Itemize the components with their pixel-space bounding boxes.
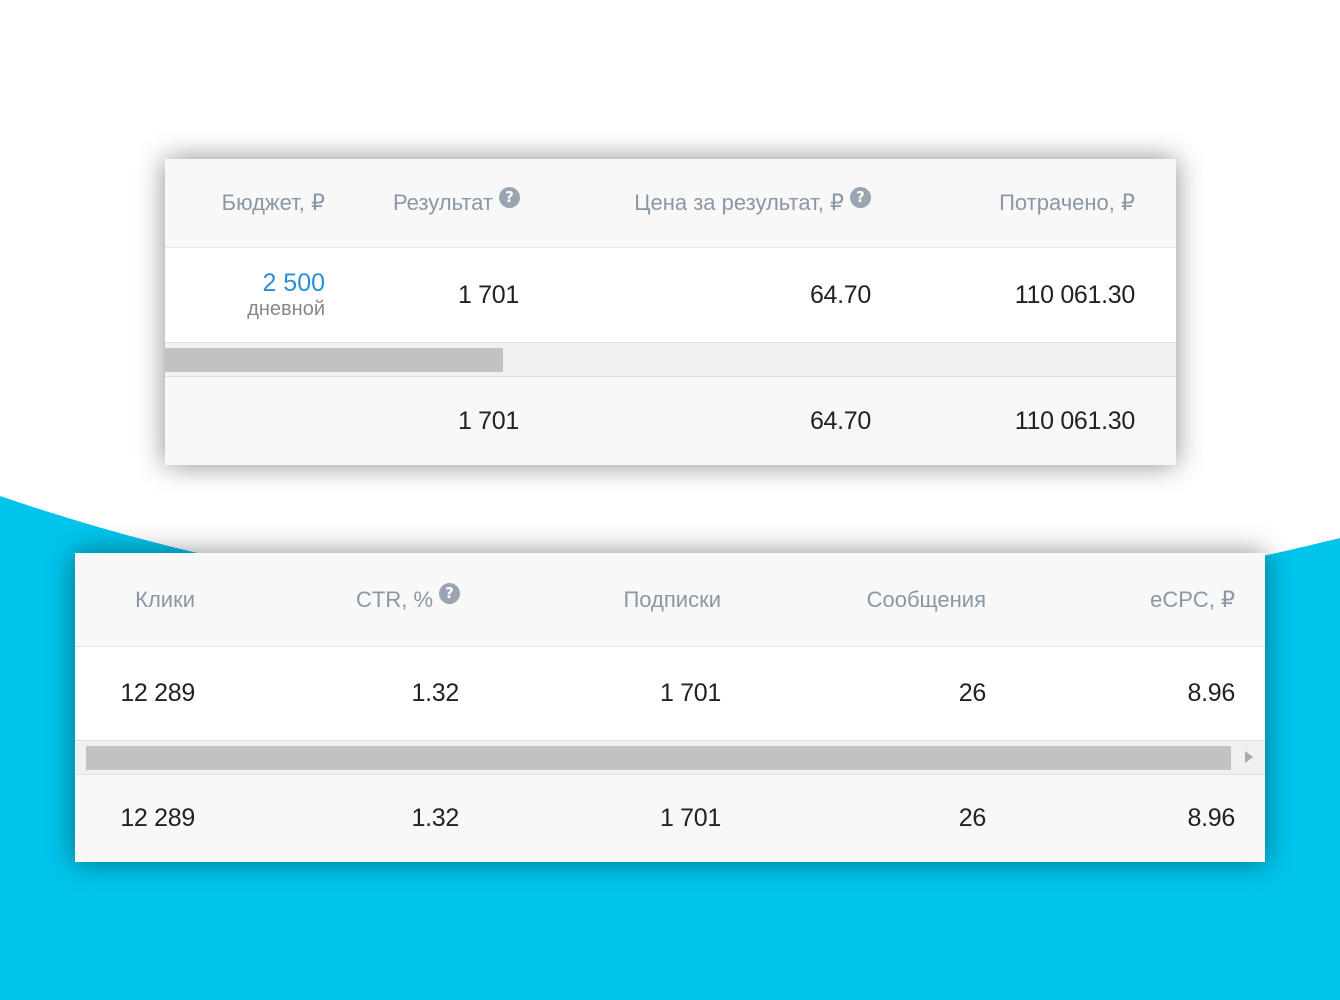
budget-value-link[interactable]: 2 500: [262, 269, 325, 297]
scrollbar-thumb[interactable]: [165, 348, 503, 372]
budget-cell: 2 500 дневной: [165, 248, 325, 342]
header-spent[interactable]: Потрачено, ₽: [885, 159, 1135, 247]
table-header: Клики CTR, % ? Подписки Сообщения eCPC, …: [75, 553, 1265, 647]
spent-value: 110 061.30: [1014, 280, 1136, 309]
header-messages[interactable]: Сообщения: [755, 553, 986, 646]
help-icon[interactable]: ?: [439, 583, 460, 604]
table-header: Бюджет, ₽ Результат ? Цена за результат,…: [165, 159, 1176, 248]
header-result[interactable]: Результат ?: [335, 159, 520, 247]
ecpc-value: 8.96: [1187, 679, 1236, 707]
cost-per-result-value: 64.70: [809, 280, 871, 309]
help-icon[interactable]: ?: [850, 186, 871, 208]
total-subscriptions-value: 1 701: [659, 804, 721, 832]
header-clicks[interactable]: Клики: [75, 553, 195, 646]
result-value: 1 701: [457, 280, 519, 309]
clicks-value: 12 289: [120, 679, 195, 707]
header-budget[interactable]: Бюджет, ₽: [165, 159, 325, 247]
scrollbar-thumb[interactable]: [86, 746, 1231, 770]
budget-period-label: дневной: [247, 298, 325, 320]
top-stats-table: Бюджет, ₽ Результат ? Цена за результат,…: [165, 159, 1176, 465]
header-ecpc[interactable]: eCPC, ₽: [1035, 553, 1235, 646]
arrow-right-icon[interactable]: [1245, 751, 1253, 763]
header-subscriptions[interactable]: Подписки: [495, 553, 721, 646]
totals-row: 12 289 1.32 1 701 26 8.96: [75, 775, 1265, 862]
messages-value: 26: [958, 679, 987, 707]
bottom-stats-table: Клики CTR, % ? Подписки Сообщения eCPC, …: [75, 553, 1265, 862]
horizontal-scrollbar[interactable]: [75, 740, 1265, 775]
ctr-value: 1.32: [411, 679, 460, 707]
total-ctr-value: 1.32: [411, 804, 460, 832]
total-spent-value: 110 061.30: [1014, 406, 1136, 435]
header-ctr[interactable]: CTR, % ?: [275, 553, 460, 646]
totals-row: 1 701 64.70 110 061.30: [165, 377, 1176, 465]
total-clicks-value: 12 289: [120, 804, 195, 832]
total-messages-value: 26: [958, 804, 987, 832]
table-row: 12 289 1.32 1 701 26 8.96: [75, 647, 1265, 740]
total-ecpc-value: 8.96: [1187, 804, 1236, 832]
horizontal-scrollbar[interactable]: [165, 342, 1176, 377]
subscriptions-value: 1 701: [659, 679, 721, 707]
total-result-value: 1 701: [457, 406, 519, 435]
table-row: 2 500 дневной 1 701 64.70 110 061.30: [165, 248, 1176, 342]
help-icon[interactable]: ?: [499, 186, 520, 208]
header-cost-per-result[interactable]: Цена за результат, ₽ ?: [525, 159, 871, 247]
total-cost-per-result-value: 64.70: [809, 406, 871, 435]
